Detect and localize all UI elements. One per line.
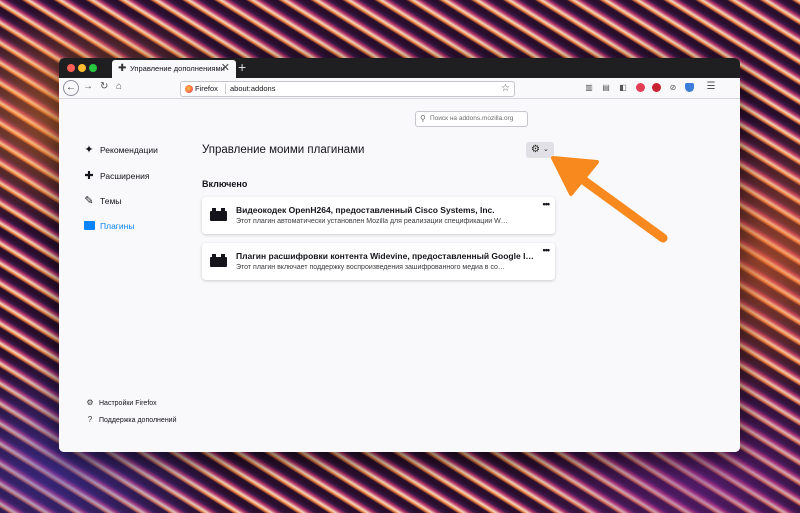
adblock-icon[interactable] <box>652 83 661 92</box>
tab-bar: ✚ Управление дополнениями ✕ + <box>59 58 740 78</box>
search-icon: ⚲ <box>420 114 426 123</box>
brush-icon: ✎ <box>84 195 94 207</box>
new-tab-button[interactable]: + <box>238 59 246 75</box>
url-identity-label: Firefox <box>195 84 218 93</box>
sidebar-item-label: Темы <box>100 196 122 206</box>
sparkle-icon: ✦ <box>84 144 94 156</box>
plugin-brick-icon <box>210 254 227 267</box>
tab-addons[interactable]: ✚ Управление дополнениями ✕ <box>112 60 236 78</box>
help-icon: ? <box>87 415 93 424</box>
close-window-button[interactable] <box>67 64 75 72</box>
forward-button[interactable]: → <box>83 81 93 93</box>
reload-button[interactable]: ↻ <box>100 81 108 93</box>
plugin-name: Видеокодек OpenH264, предоставленный Cis… <box>236 205 495 215</box>
sidebar-item-label: Расширения <box>100 171 150 181</box>
sidebar-item-label: Рекомендации <box>100 145 158 155</box>
firefox-window: ✚ Управление дополнениями ✕ + ← → ↻ ⌂ Fi… <box>59 58 740 452</box>
block-icon[interactable]: ⊘ <box>668 83 678 93</box>
shield-icon[interactable] <box>685 83 694 92</box>
nav-toolbar: ← → ↻ ⌂ Firefox about:addons ☆ ▥ ▤ ◧ ⊘ ☰ <box>59 78 740 99</box>
section-heading-enabled: Включено <box>202 179 248 189</box>
gear-icon: ⚙ <box>86 398 94 407</box>
url-bar[interactable]: Firefox about:addons ☆ <box>180 81 515 97</box>
menu-icon[interactable]: ☰ <box>706 82 716 92</box>
annotation-arrow <box>551 156 668 243</box>
plugin-name: Плагин расшифровки контента Widevine, пр… <box>236 251 534 261</box>
addons-support-link[interactable]: ? Поддержка дополнений <box>85 415 185 435</box>
search-placeholder: Поиск на addons.mozilla.org <box>430 115 514 122</box>
minimize-window-button[interactable] <box>78 64 86 72</box>
addons-search-input[interactable]: ⚲ Поиск на addons.mozilla.org <box>415 111 528 127</box>
home-button[interactable]: ⌂ <box>116 81 122 93</box>
firefox-logo-icon <box>185 85 193 93</box>
pocket-icon[interactable] <box>636 83 645 92</box>
bookmark-star-icon[interactable]: ☆ <box>501 82 510 95</box>
firefox-settings-link[interactable]: ⚙ Настройки Firefox <box>85 398 185 410</box>
sidebar-footer-label: Поддержка дополнений <box>99 417 177 424</box>
puzzle-icon: ✚ <box>84 170 94 182</box>
gear-icon: ⚙ <box>531 144 540 155</box>
library-icon[interactable]: ▥ <box>584 83 594 93</box>
page-title: Управление моими плагинами <box>202 144 365 156</box>
close-tab-icon[interactable]: ✕ <box>221 62 230 74</box>
plugin-card[interactable]: Видеокодек OpenH264, предоставленный Cis… <box>202 197 555 234</box>
puzzle-icon: ✚ <box>118 63 127 74</box>
zoom-window-button[interactable] <box>89 64 97 72</box>
sidebar-icon[interactable]: ▤ <box>601 83 611 93</box>
tab-title: Управление дополнениями <box>130 64 225 73</box>
sidebar-footer-label: Настройки Firefox <box>99 400 157 407</box>
url-divider <box>225 84 226 94</box>
plugin-description: Этот плагин автоматически установлен Moz… <box>236 218 508 225</box>
url-text[interactable]: about:addons <box>230 84 275 93</box>
plugin-description: Этот плагин включает поддержку воспроизв… <box>236 264 505 271</box>
sidebar-item-label: Плагины <box>100 221 135 231</box>
plugin-card[interactable]: Плагин расшифровки контента Widevine, пр… <box>202 243 555 280</box>
back-button[interactable]: ← <box>63 80 79 96</box>
plugin-brick-icon <box>210 208 227 221</box>
plugin-icon <box>83 219 95 234</box>
reader-icon[interactable]: ◧ <box>618 83 628 93</box>
